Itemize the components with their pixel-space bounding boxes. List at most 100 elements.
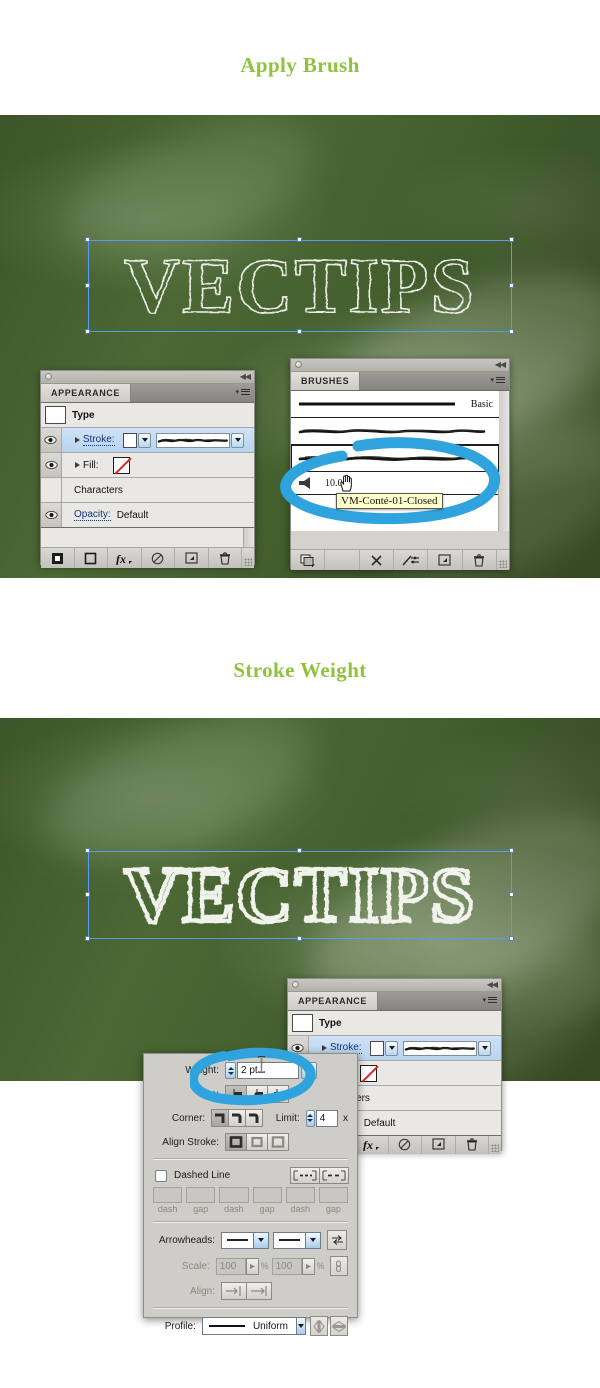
selection-handle[interactable] — [509, 892, 514, 897]
delete-item-button[interactable] — [209, 548, 242, 568]
brush-item-art-1[interactable] — [291, 418, 499, 445]
miter-join-button[interactable] — [211, 1109, 230, 1127]
appearance-row-fill[interactable]: Fill: — [41, 453, 254, 478]
profile-select[interactable]: Uniform — [201, 1317, 306, 1335]
panel-close-dot-icon[interactable] — [295, 361, 302, 368]
limit-input[interactable]: 4 — [315, 1109, 339, 1127]
arrowhead-start-select[interactable] — [221, 1231, 269, 1249]
scale-end-input[interactable]: 100 — [271, 1257, 302, 1275]
appearance-panel[interactable]: ◀◀ APPEARANCE ▾ Type Stroke: Fill: Chara… — [40, 370, 255, 568]
flip-profile-horizontal-button[interactable] — [309, 1316, 328, 1336]
add-new-effect-button[interactable]: fx — [355, 1134, 389, 1154]
stroke-brush-dropdown[interactable] — [478, 1040, 492, 1056]
panel-menu-button[interactable]: ▾ — [490, 375, 505, 384]
stroke-brush-preview-2[interactable] — [403, 1040, 478, 1056]
appearance-row-opacity-label[interactable]: Opacity: — [74, 509, 111, 521]
brush-item-scatter[interactable]: 10.00 — [291, 472, 499, 495]
add-new-stroke-button[interactable] — [41, 548, 75, 568]
brush-options-button[interactable] — [394, 550, 429, 570]
disclosure-triangle-stroke-icon[interactable] — [321, 1045, 327, 1051]
panel-close-dot-icon[interactable] — [292, 981, 299, 988]
stroke-color-swatch[interactable] — [369, 1040, 385, 1056]
delete-item-button[interactable] — [456, 1134, 489, 1154]
artwork-vectips-2[interactable]: VECTIPS — [85, 848, 514, 941]
appearance-row-stroke[interactable]: Stroke: — [41, 428, 254, 453]
selection-handle[interactable] — [297, 329, 302, 334]
panel-resize-grip[interactable] — [489, 1134, 501, 1154]
gap-field-2[interactable] — [252, 1187, 282, 1203]
remove-brush-stroke-button[interactable] — [360, 550, 394, 570]
selection-handle[interactable] — [509, 283, 514, 288]
gap-field-1[interactable] — [186, 1187, 216, 1203]
butt-cap-button[interactable] — [225, 1085, 247, 1103]
bevel-join-button[interactable] — [244, 1109, 263, 1127]
brushes-panel[interactable]: ◀◀ BRUSHES ▾ Basic 10.00 — [290, 358, 510, 570]
dash-field-1[interactable] — [153, 1187, 183, 1203]
align-outside-button[interactable] — [267, 1133, 289, 1151]
clear-appearance-button[interactable] — [142, 548, 175, 568]
appearance-row-type-2[interactable]: Type — [288, 1011, 501, 1036]
panel-menu-button[interactable]: ▾ — [235, 387, 250, 396]
selection-handle[interactable] — [297, 936, 302, 941]
add-new-fill-button[interactable] — [75, 548, 108, 568]
gap-field-3[interactable] — [318, 1187, 349, 1203]
weight-input[interactable]: 2 pt — [237, 1062, 299, 1079]
weight-dropdown[interactable] — [301, 1062, 317, 1079]
align-inside-button[interactable] — [246, 1133, 268, 1151]
panel-collapse-icon[interactable]: ◀◀ — [495, 360, 506, 370]
selection-handle[interactable] — [85, 329, 90, 334]
stroke-color-dropdown[interactable] — [138, 432, 152, 448]
dash-preserve-exact-button[interactable] — [290, 1167, 320, 1184]
weight-stepper[interactable] — [225, 1062, 236, 1079]
arrowhead-end-select[interactable] — [273, 1231, 321, 1249]
panel-collapse-icon[interactable]: ◀◀ — [487, 980, 498, 990]
selection-handle[interactable] — [85, 237, 90, 242]
dash-field-2[interactable] — [219, 1187, 249, 1203]
visibility-toggle-fill[interactable] — [41, 453, 62, 477]
disclosure-triangle-fill-icon[interactable] — [75, 462, 80, 468]
fill-none-swatch-icon[interactable] — [359, 1064, 377, 1082]
disclosure-triangle-stroke-icon[interactable] — [74, 437, 80, 443]
selection-handle[interactable] — [509, 329, 514, 334]
appearance-row-stroke-label[interactable]: Stroke: — [82, 434, 115, 446]
panel-resize-grip[interactable] — [497, 550, 509, 570]
stroke-brush-preview[interactable] — [156, 432, 231, 448]
dash-field-3[interactable] — [285, 1187, 315, 1203]
selection-handle[interactable] — [85, 936, 90, 941]
panel-menu-button[interactable]: ▾ — [482, 995, 497, 1004]
scale-start-input[interactable]: 100 — [215, 1257, 246, 1275]
round-cap-button[interactable] — [246, 1085, 268, 1103]
selection-handle[interactable] — [85, 283, 90, 288]
duplicate-item-button[interactable] — [422, 1134, 456, 1154]
link-scales-button[interactable] — [329, 1256, 348, 1276]
limit-stepper[interactable] — [305, 1109, 315, 1127]
align-center-button[interactable] — [225, 1133, 247, 1151]
brush-item-basic[interactable]: Basic — [291, 391, 499, 418]
duplicate-item-button[interactable] — [175, 548, 209, 568]
appearance-row-opacity[interactable]: Opacity: Default — [41, 503, 254, 528]
tab-appearance[interactable]: APPEARANCE — [41, 384, 132, 402]
panel-collapse-icon[interactable]: ◀◀ — [240, 372, 251, 382]
dashed-line-checkbox[interactable] — [155, 1169, 167, 1182]
brush-item-art-2-selected[interactable] — [291, 445, 499, 472]
appearance-row-type[interactable]: Type — [41, 403, 254, 428]
swap-arrowheads-button[interactable] — [327, 1230, 347, 1250]
stroke-color-dropdown[interactable] — [385, 1040, 399, 1056]
panel-scrollbar[interactable] — [498, 391, 509, 531]
clear-appearance-button[interactable] — [389, 1134, 422, 1154]
artwork-vectips-1[interactable]: VECTIPS — [85, 237, 514, 334]
selection-handle[interactable] — [509, 848, 514, 853]
dash-align-corners-button[interactable] — [319, 1167, 349, 1184]
selection-handle[interactable] — [509, 936, 514, 941]
new-brush-button[interactable] — [428, 550, 463, 570]
appearance-row-characters[interactable]: Characters — [41, 478, 254, 503]
panel-resize-grip[interactable] — [242, 548, 254, 568]
fill-none-swatch-icon[interactable] — [112, 456, 130, 474]
selection-handle[interactable] — [297, 848, 302, 853]
projecting-cap-button[interactable] — [267, 1085, 289, 1103]
selection-handle[interactable] — [509, 237, 514, 242]
visibility-toggle-stroke[interactable] — [41, 428, 62, 452]
add-new-effect-button[interactable]: fx — [108, 548, 142, 568]
place-arrow-at-end-button[interactable] — [246, 1282, 272, 1300]
brush-libraries-button[interactable] — [291, 550, 326, 570]
